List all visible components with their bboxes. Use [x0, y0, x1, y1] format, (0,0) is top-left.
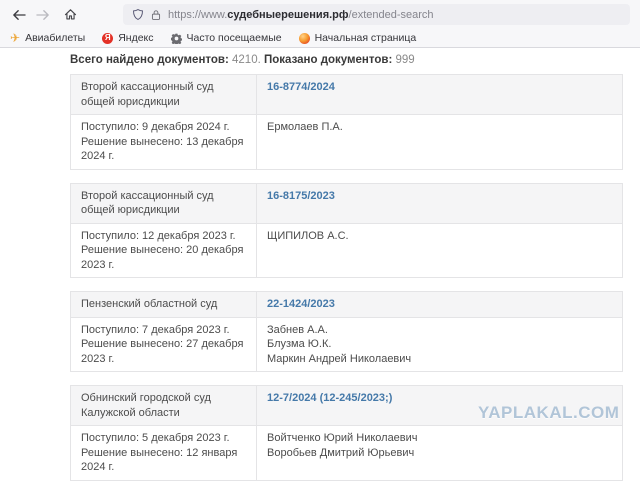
url-text: https://www.судебныерешения.рф/extended-… [168, 9, 434, 21]
result-card: Второй кассационный суд общей юрисдикции… [70, 182, 623, 279]
result-detail-row: Поступило: 9 декабря 2024 г. Решение вын… [70, 114, 623, 170]
url-protocol: https://www. [168, 8, 228, 21]
results-summary: Всего найдено документов: 4210. Показано… [70, 54, 640, 66]
case-dates: Поступило: 5 декабря 2023 г. Решение вын… [70, 425, 257, 481]
results-list: Второй кассационный суд общей юрисдикции… [70, 73, 640, 481]
bookmarks-bar: ✈ Авиабилеты Я Яндекс Часто посещаемые Н… [0, 29, 640, 48]
date-received: Поступило: 9 декабря 2024 г. [81, 121, 230, 134]
home-icon [64, 8, 77, 21]
date-received: Поступило: 12 декабря 2023 г. [81, 229, 236, 242]
date-decided: Решение вынесено: 13 декабря 2024 г. [81, 135, 244, 163]
date-decided: Решение вынесено: 20 декабря 2023 г. [81, 244, 244, 271]
case-number-link[interactable]: 16-8774/2024 [267, 81, 335, 93]
result-header-row: Второй кассационный суд общей юрисдикции… [70, 73, 623, 116]
result-header-row: Второй кассационный суд общей юрисдикции… [70, 182, 623, 224]
case-number-link[interactable]: 22-1424/2023 [267, 298, 335, 310]
court-name: Пензенский областной суд [70, 291, 257, 318]
case-number-link[interactable]: 12-7/2024 (12-245/2023;) [267, 392, 392, 404]
back-button[interactable] [10, 6, 28, 24]
date-received: Поступило: 7 декабря 2023 г. [81, 323, 230, 336]
lock-icon [151, 9, 161, 21]
home-button[interactable] [61, 6, 79, 24]
case-dates: Поступило: 9 декабря 2024 г. Решение вын… [70, 114, 257, 170]
shown-label: Показано документов: [264, 54, 393, 66]
date-decided: Решение вынесено: 27 декабря 2023 г. [81, 338, 244, 365]
bookmark-label: Часто посещаемые [186, 32, 282, 44]
total-found-value: 4210. [232, 54, 261, 66]
shield-icon [132, 8, 144, 21]
case-number-link[interactable]: 16-8175/2023 [267, 190, 335, 202]
case-dates: Поступило: 12 декабря 2023 г. Решение вы… [70, 222, 257, 279]
gear-icon [170, 33, 182, 44]
participant-name: Войтченко Юрий Николаевич [267, 432, 418, 445]
result-header-row: Обнинский городской суд Калужской област… [70, 385, 623, 427]
result-detail-row: Поступило: 12 декабря 2023 г. Решение вы… [70, 222, 623, 279]
forward-arrow-icon [36, 9, 50, 21]
url-bar[interactable]: https://www.судебныерешения.рф/extended-… [123, 4, 630, 25]
bookmark-label: Яндекс [118, 32, 154, 44]
bookmark-label: Начальная страница [314, 32, 417, 44]
total-found-label: Всего найдено документов: [70, 54, 229, 66]
airplane-icon: ✈ [10, 31, 21, 45]
participants: Ермолаев П.А. [256, 114, 623, 170]
participants: Войтченко Юрий Николаевич Воробьев Дмитри… [256, 425, 623, 481]
date-received: Поступило: 5 декабря 2023 г. [81, 432, 230, 445]
court-name: Второй кассационный суд общей юрисдикции [70, 73, 257, 116]
bookmark-yandex[interactable]: Я Яндекс [102, 32, 154, 44]
court-name: Второй кассационный суд общей юрисдикции [70, 182, 257, 224]
bookmark-frequently-visited[interactable]: Часто посещаемые [170, 32, 282, 44]
url-domain: судебныерешения.рф [227, 8, 349, 21]
browser-toolbar: https://www.судебныерешения.рф/extended-… [0, 0, 640, 29]
url-path: /extended-search [348, 8, 434, 21]
result-detail-row: Поступило: 7 декабря 2023 г. Решение вын… [70, 316, 623, 373]
bookmark-start-page[interactable]: Начальная страница [298, 32, 417, 44]
case-dates: Поступило: 7 декабря 2023 г. Решение вын… [70, 316, 257, 373]
participant-name: Блузма Ю.К. [267, 338, 332, 351]
participant-name: Маркин Андрей Николаевич [267, 352, 412, 365]
court-name: Обнинский городской суд Калужской област… [70, 385, 257, 427]
participants: ЩИПИЛОВ А.С. [256, 222, 623, 279]
bookmark-aviabilety[interactable]: ✈ Авиабилеты [10, 32, 85, 44]
date-decided: Решение вынесено: 12 января 2024 г. [81, 446, 238, 474]
page-content: Всего найдено документов: 4210. Показано… [0, 48, 640, 481]
result-card: Второй кассационный суд общей юрисдикции… [70, 73, 623, 170]
participant-name: Ермолаев П.А. [267, 121, 343, 134]
participant-name: Забнев А.А. [267, 323, 328, 336]
bookmark-label: Авиабилеты [25, 32, 86, 44]
result-header-row: Пензенский областной суд 22-1424/2023 [70, 291, 623, 318]
result-card: Обнинский городской суд Калужской област… [70, 385, 623, 481]
participants: Забнев А.А. Блузма Ю.К. Маркин Андрей Нико… [256, 316, 623, 373]
result-detail-row: Поступило: 5 декабря 2023 г. Решение вын… [70, 425, 623, 481]
orange-sphere-icon [298, 32, 310, 44]
shown-value: 999 [395, 54, 415, 66]
participant-name: ЩИПИЛОВ А.С. [267, 229, 349, 242]
result-card: Пензенский областной суд 22-1424/2023 По… [70, 291, 623, 373]
back-arrow-icon [12, 9, 26, 21]
forward-button[interactable] [34, 6, 52, 24]
yandex-icon: Я [102, 32, 114, 44]
